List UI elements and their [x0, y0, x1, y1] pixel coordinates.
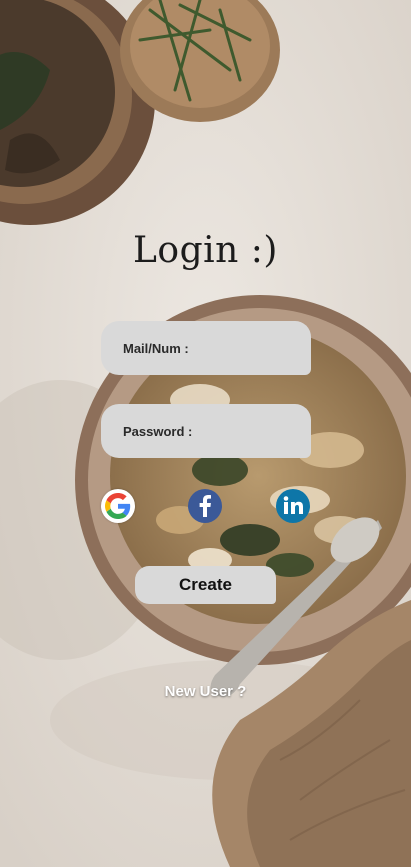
password-label: Password : — [123, 423, 193, 439]
login-screen: Login :) Mail/Num : Password : Create Ne… — [0, 0, 411, 867]
mail-input[interactable] — [192, 339, 311, 357]
mail-label: Mail/Num : — [123, 340, 189, 356]
linkedin-login-button[interactable] — [276, 489, 310, 523]
facebook-login-button[interactable] — [188, 489, 222, 523]
google-login-button[interactable] — [101, 489, 135, 523]
new-user-link[interactable]: New User ? — [0, 683, 411, 700]
google-icon — [105, 493, 131, 519]
password-input[interactable] — [196, 422, 311, 440]
mail-field[interactable]: Mail/Num : — [101, 321, 311, 375]
facebook-icon — [199, 495, 211, 517]
page-title: Login :) — [133, 230, 278, 271]
password-field[interactable]: Password : — [101, 404, 311, 458]
linkedin-icon — [283, 496, 303, 514]
create-button[interactable]: Create — [135, 566, 276, 604]
